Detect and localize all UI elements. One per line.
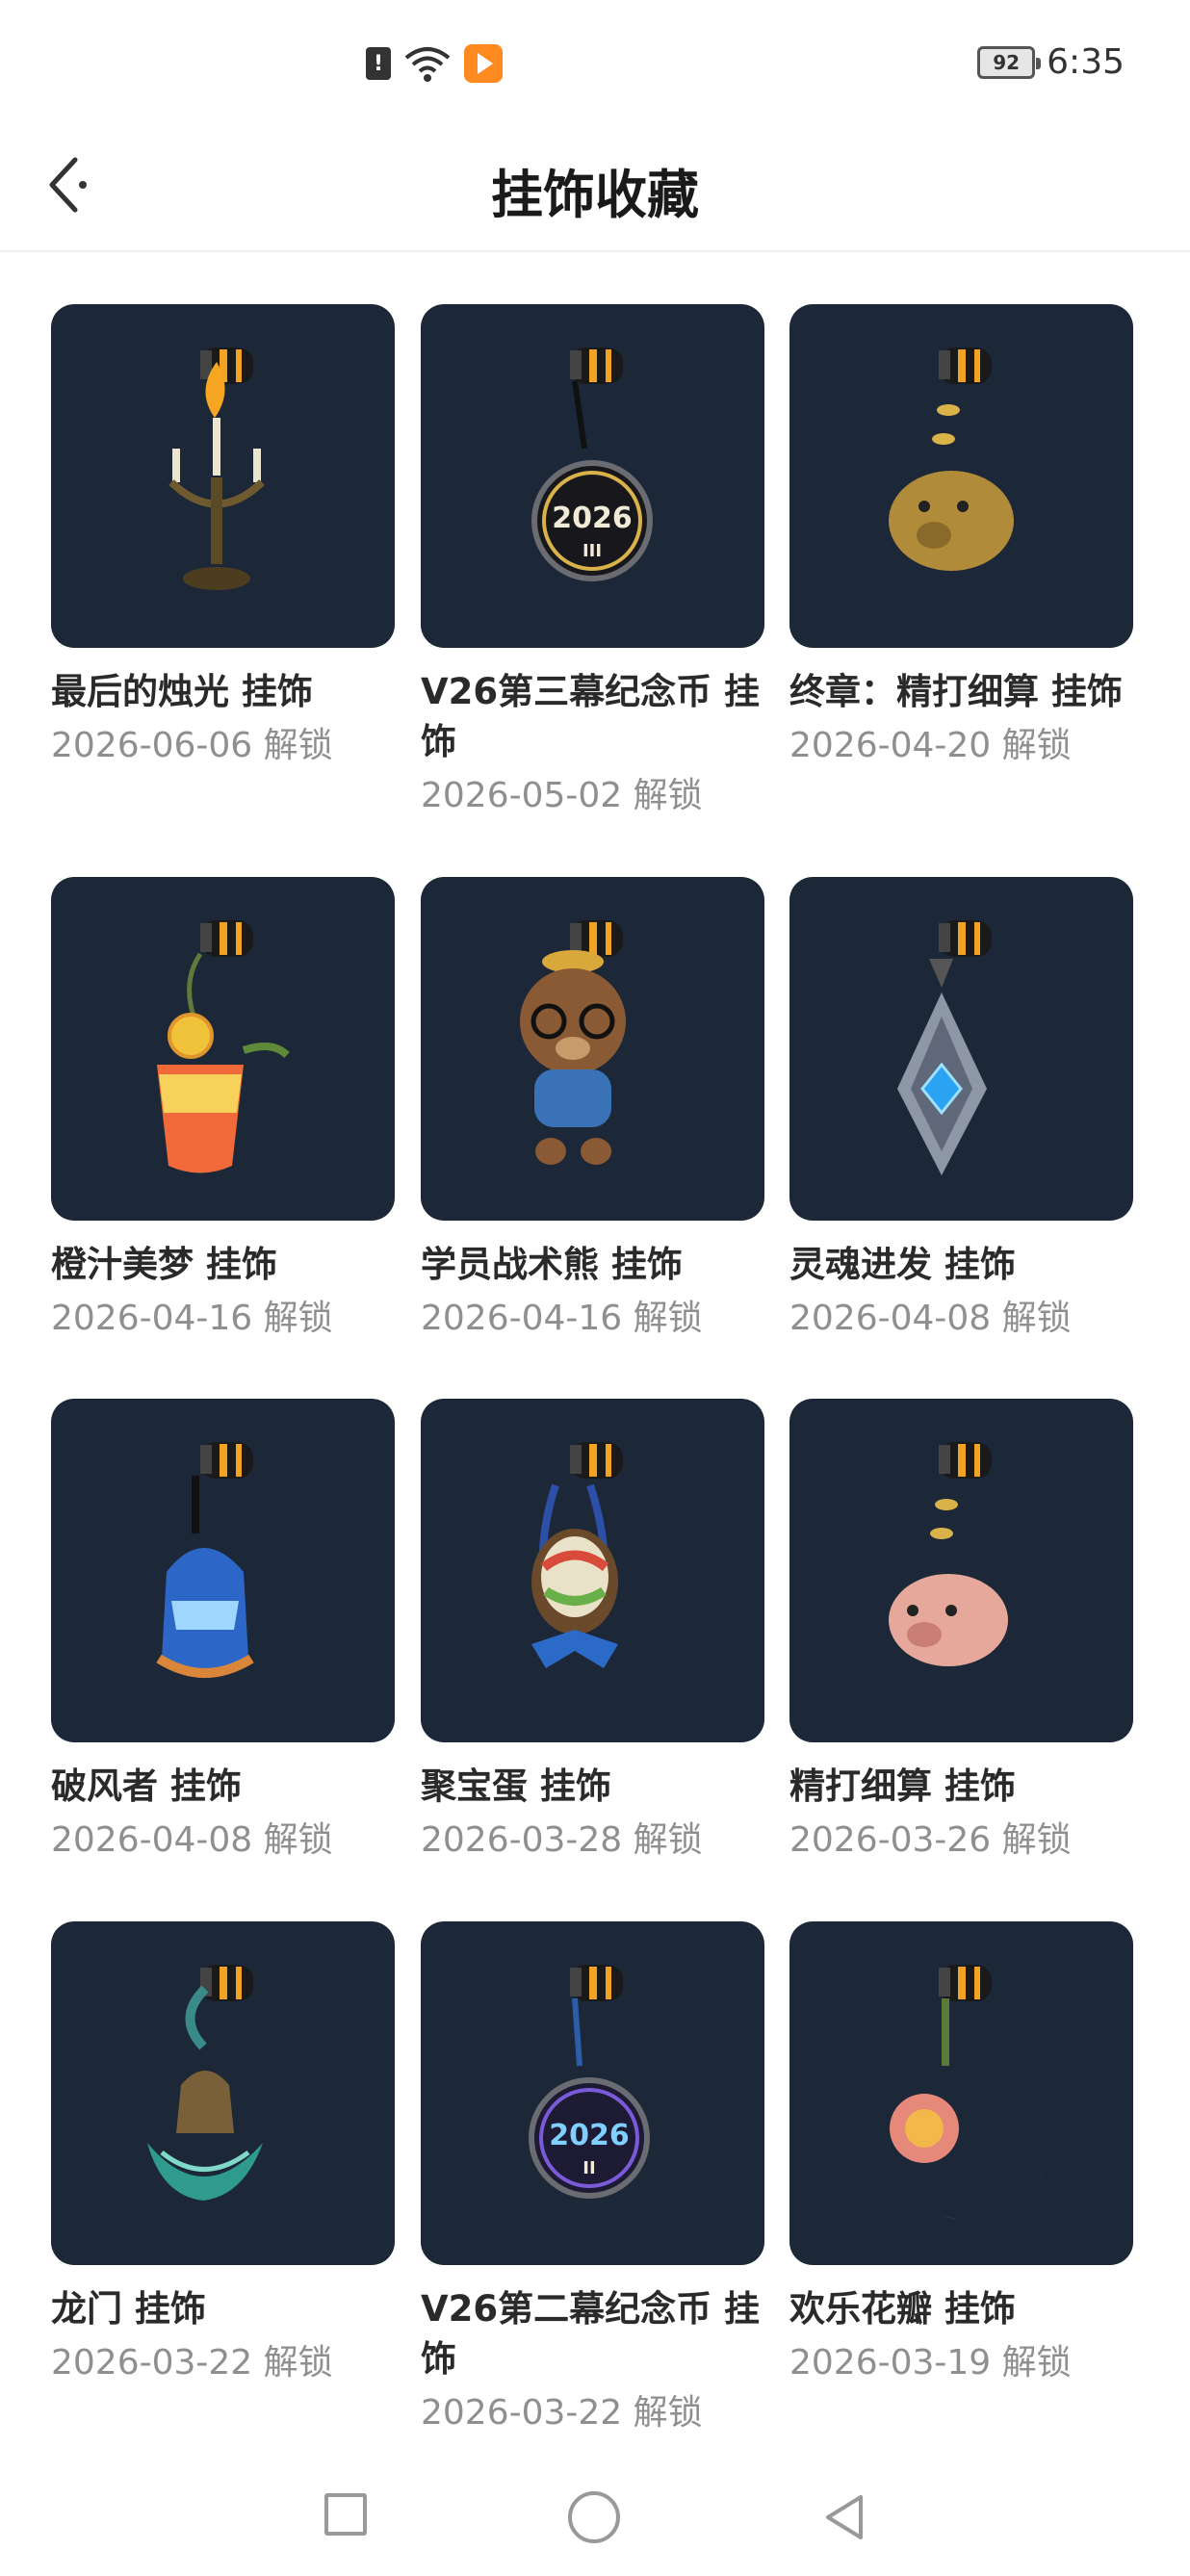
charm-name: 橙汁美梦 挂饰 — [51, 1244, 277, 1285]
unlock-date: 2026-03-22 解锁 — [421, 2393, 703, 2433]
charm-thumbnail — [789, 877, 1133, 1221]
wifi-icon — [404, 47, 451, 82]
svg-text:2026: 2026 — [552, 502, 633, 535]
charm-name: 破风者 挂饰 — [51, 1765, 242, 1807]
charm-name: 龙门 挂饰 — [51, 2288, 206, 2330]
charm-card[interactable]: 灵魂进发 挂饰 2026-04-08 解锁 — [789, 877, 1133, 1344]
nav-header: 挂饰收藏 — [0, 125, 1190, 252]
charm-name: V26第二幕纪念币 挂饰 — [421, 2288, 761, 2380]
clock: 6:35 — [1047, 42, 1125, 82]
charm-name: 终章：精打细算 挂饰 — [789, 671, 1123, 712]
system-nav-bar — [0, 2464, 1190, 2576]
gold-piggy-bank-icon — [889, 348, 1014, 571]
pink-piggy-bank-icon — [889, 1442, 1008, 1666]
sim-alert-icon: ! — [366, 47, 391, 80]
charm-card[interactable]: 欢乐花瓣 挂饰 2026-03-19 解锁 — [789, 1921, 1133, 2388]
charm-thumbnail — [789, 1921, 1133, 2265]
charm-thumbnail — [789, 304, 1133, 648]
crystal-icon — [897, 920, 992, 1175]
recents-button[interactable] — [324, 2493, 367, 2536]
charm-name: V26第三幕纪念币 挂饰 — [421, 671, 761, 762]
charm-name: 灵魂进发 挂饰 — [789, 1244, 1016, 1285]
unlock-date: 2026-04-20 解锁 — [789, 726, 1072, 765]
status-right: 92 6:35 — [977, 42, 1125, 82]
charm-thumbnail — [51, 877, 395, 1221]
svg-text:II: II — [582, 2158, 595, 2178]
charm-card[interactable]: 精打细算 挂饰 2026-03-26 解锁 — [789, 1399, 1133, 1866]
charm-card[interactable]: 最后的烛光 挂饰 2026-06-06 解锁 — [51, 304, 395, 771]
egg-basket-icon — [531, 1442, 623, 1668]
charm-card[interactable]: 橙汁美梦 挂饰 2026-04-16 解锁 — [51, 877, 395, 1344]
charm-card[interactable]: 龙门 挂饰 2026-03-22 解锁 — [51, 1921, 395, 2388]
orange-drink-icon — [157, 920, 290, 1173]
back-nav-button[interactable] — [818, 2491, 870, 2543]
charm-thumbnail — [421, 1399, 764, 1742]
dragon-icon — [147, 1965, 263, 2201]
unlock-date: 2026-04-08 解锁 — [51, 1820, 333, 1860]
charm-card[interactable]: 聚宝蛋 挂饰 2026-03-28 解锁 — [421, 1399, 764, 1866]
flower-moon-icon — [890, 1965, 1047, 2222]
charm-name: 学员战术熊 挂饰 — [421, 1244, 683, 1285]
charm-name: 聚宝蛋 挂饰 — [421, 1765, 611, 1807]
unlock-date: 2026-06-06 解锁 — [51, 726, 333, 765]
unlock-date: 2026-04-16 解锁 — [421, 1299, 703, 1338]
charm-card[interactable]: 2026 III V26第三幕纪念币 挂饰 2026-05-02 解锁 — [421, 304, 764, 821]
charm-card[interactable]: 终章：精打细算 挂饰 2026-04-20 解锁 — [789, 304, 1133, 771]
charm-thumbnail: 2026 II — [421, 1921, 764, 2265]
charm-thumbnail — [421, 877, 764, 1221]
charm-name: 欢乐花瓣 挂饰 — [789, 2288, 1016, 2330]
unlock-date: 2026-05-02 解锁 — [421, 776, 703, 815]
charm-thumbnail: 2026 III — [421, 304, 764, 648]
charm-thumbnail — [789, 1399, 1133, 1742]
charm-thumbnail — [51, 304, 395, 648]
svg-text:2026: 2026 — [549, 2119, 630, 2152]
page-title: 挂饰收藏 — [491, 165, 699, 225]
status-icons: ! — [366, 44, 503, 83]
charm-name: 精打细算 挂饰 — [789, 1765, 1016, 1807]
unlock-date: 2026-03-19 解锁 — [789, 2343, 1072, 2383]
helmet-icon — [156, 1442, 254, 1678]
charm-card[interactable]: 学员战术熊 挂饰 2026-04-16 解锁 — [421, 877, 764, 1344]
charm-card[interactable]: 破风者 挂饰 2026-04-08 解锁 — [51, 1399, 395, 1866]
svg-text:III: III — [582, 541, 602, 561]
charm-thumbnail — [51, 1921, 395, 2265]
bear-icon — [520, 920, 626, 1165]
video-app-icon — [464, 44, 503, 83]
candelabra-charm-icon — [168, 348, 265, 590]
coin-charm-icon: 2026 II — [529, 1965, 650, 2199]
unlock-date: 2026-04-08 解锁 — [789, 1299, 1072, 1338]
charm-thumbnail — [51, 1399, 395, 1742]
battery-icon: 92 — [977, 45, 1042, 79]
unlock-date: 2026-03-28 解锁 — [421, 1820, 703, 1860]
charm-name: 最后的烛光 挂饰 — [51, 671, 313, 712]
status-bar: ! 92 6:35 — [0, 0, 1190, 125]
coin-charm-icon: 2026 III — [531, 348, 653, 581]
charm-card[interactable]: 2026 II V26第二幕纪念币 挂饰 2026-03-22 解锁 — [421, 1921, 764, 2438]
unlock-date: 2026-03-22 解锁 — [51, 2343, 333, 2383]
home-button[interactable] — [568, 2491, 620, 2543]
unlock-date: 2026-04-16 解锁 — [51, 1299, 333, 1338]
unlock-date: 2026-03-26 解锁 — [789, 1820, 1072, 1860]
